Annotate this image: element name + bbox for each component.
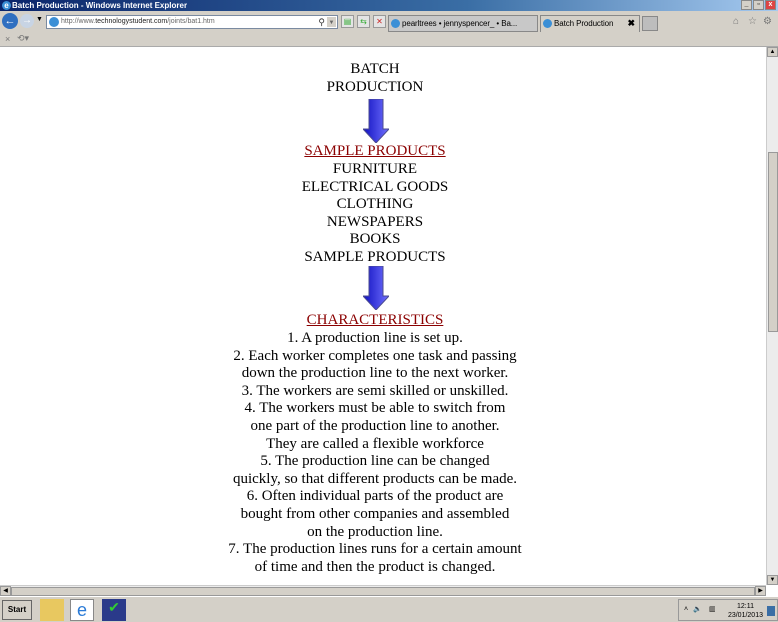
scroll-up-icon[interactable]: ▲ [767, 47, 778, 57]
characteristic-line: They are called a flexible workforce [266, 435, 484, 452]
ie-page-icon [543, 19, 552, 28]
characteristic-line: down the production line to the next wor… [241, 365, 509, 382]
title-bar: e Batch Production - Windows Internet Ex… [0, 0, 778, 11]
page-icon [49, 17, 59, 27]
characteristic-line: bought from other companies and assemble… [240, 506, 510, 522]
vertical-scroll-thumb[interactable] [768, 152, 778, 332]
sample-product-item: FURNITURE [332, 161, 418, 177]
characteristic-line: 7. The production lines runs for a certa… [228, 541, 522, 558]
home-icon[interactable]: ⌂ [733, 16, 739, 27]
down-arrow-icon [363, 266, 389, 310]
sample-product-item: BOOKS [349, 231, 401, 248]
show-desktop-button[interactable] [767, 606, 775, 616]
network-icon[interactable]: ▥ [709, 605, 716, 613]
internet-explorer-icon[interactable]: e [70, 599, 94, 621]
history-dropdown-icon[interactable]: ▼ [36, 16, 43, 23]
start-button[interactable]: Start [2, 600, 32, 620]
favorites-star-icon[interactable]: ☆ [748, 16, 757, 27]
characteristic-line: on the production line. [307, 523, 443, 540]
scroll-down-icon[interactable]: ▼ [767, 575, 778, 585]
close-icon[interactable]: × [5, 34, 10, 44]
characteristic-line: 5. The production line can be changed [260, 453, 490, 470]
minimize-button[interactable]: _ [741, 0, 752, 10]
volume-icon[interactable]: 🔈 [693, 605, 702, 613]
sample-products-heading[interactable]: SAMPLE PRODUCTS [0, 143, 750, 161]
gear-icon[interactable]: ⚙ [763, 16, 772, 27]
taskbar: Start e ✔ ˄ 🔈 ▥ 12:11 23/01/2013 [0, 596, 778, 622]
tab-batch-production[interactable]: Batch Production ✖ [540, 15, 640, 32]
compatibility-view-icon[interactable]: ▤ [341, 15, 354, 28]
scroll-left-icon[interactable]: ◀ [0, 586, 11, 596]
characteristic-line: 4. The workers must be able to switch fr… [244, 400, 506, 417]
refresh-icon[interactable]: ⇆ [357, 15, 370, 28]
security-app-icon[interactable]: ✔ [102, 599, 126, 621]
forward-button[interactable]: → [20, 14, 34, 28]
restore-button[interactable]: ▫ [753, 0, 764, 10]
characteristic-line: quickly, so that different products can … [232, 470, 518, 487]
title-line: PRODUCTION [326, 79, 424, 95]
horizontal-scroll-thumb[interactable] [11, 587, 755, 596]
vertical-scrollbar[interactable]: ▲ ▼ [766, 47, 778, 585]
sample-product-item: SAMPLE PRODUCTS [304, 249, 446, 265]
clock[interactable]: 12:11 23/01/2013 [728, 602, 763, 620]
navigation-bar: ← → ▼ http://www.technologystudent.com/j… [0, 11, 778, 32]
tab-pearltrees[interactable]: pearltrees • jennyspencer_ • Ba... [388, 15, 538, 32]
scroll-right-icon[interactable]: ▶ [755, 586, 766, 596]
horizontal-scrollbar[interactable]: ◀ ▶ [0, 585, 766, 596]
address-dropdown-icon[interactable]: ▼ [327, 17, 336, 27]
characteristic-line: 1. A production line is set up. [287, 330, 463, 346]
sample-product-item: ELECTRICAL GOODS [301, 178, 449, 195]
down-arrow-icon [363, 99, 389, 143]
show-hidden-icons[interactable]: ˄ [684, 606, 688, 613]
characteristic-line: 3. The workers are semi skilled or unski… [241, 382, 509, 399]
characteristic-line: 6. Often individual parts of the product… [246, 488, 504, 505]
title-line: BATCH [350, 61, 400, 77]
system-tray: ˄ 🔈 ▥ 12:11 23/01/2013 [678, 599, 778, 621]
stop-icon[interactable]: ✕ [373, 15, 386, 28]
characteristics-heading[interactable]: CHARACTERISTICS [0, 312, 750, 330]
convert-icon[interactable]: ⟲▾ [17, 33, 29, 44]
new-tab-button[interactable] [642, 16, 658, 31]
explorer-folder-icon[interactable] [40, 599, 64, 621]
page-content: BATCH PRODUCTION SAMPLE PRODUCTS CHARACT… [0, 47, 766, 585]
close-window-button[interactable]: x [765, 0, 776, 10]
close-tab-icon[interactable]: ✖ [628, 16, 636, 31]
search-icon[interactable]: ⚲ [318, 16, 325, 28]
sample-product-item: NEWSPAPERS [326, 213, 424, 230]
address-bar[interactable]: http://www.technologystudent.com/joints/… [46, 15, 338, 29]
ie-logo-icon: e [2, 1, 11, 10]
characteristic-line: 2. Each worker completes one task and pa… [233, 347, 517, 364]
pearltrees-icon [391, 19, 400, 28]
characteristic-line: one part of the production line to anoth… [250, 418, 500, 434]
window-title: Batch Production - Windows Internet Expl… [12, 1, 188, 10]
characteristic-line: of time and then the product is changed. [254, 558, 496, 575]
back-button[interactable]: ← [2, 13, 18, 29]
sample-product-item: CLOTHING [336, 196, 414, 213]
command-bar: × ⟲▾ [0, 32, 778, 47]
